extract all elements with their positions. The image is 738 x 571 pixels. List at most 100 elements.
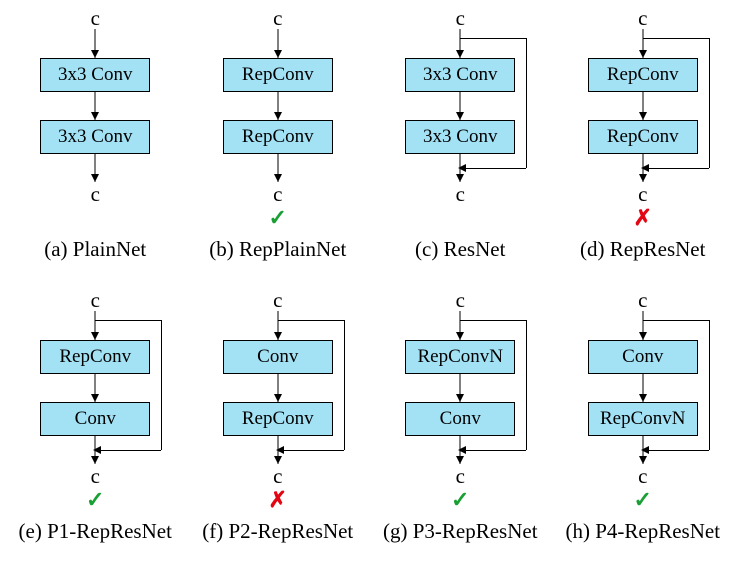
input-label: c [273, 288, 282, 313]
cell-a-plainnet: c 3x3 Conv 3x3 Conv c (a) PlainNet [4, 8, 187, 290]
conv-block-2: Conv [40, 402, 150, 436]
arrowhead-icon [456, 50, 464, 58]
cell-g-p3represnet: c RepConvN Conv c ✓ (g) P3-RepResNet [369, 290, 552, 571]
arrowhead-icon [274, 332, 282, 340]
arrowhead-icon [639, 332, 647, 340]
arrowhead-icon [456, 332, 464, 340]
conv-block-1: RepConv [40, 340, 150, 374]
conv-block-2: 3x3 Conv [405, 120, 515, 154]
input-label: c [456, 288, 465, 313]
skip-connection-line [526, 320, 527, 450]
arrowhead-icon [274, 394, 282, 402]
arrowhead-icon [91, 394, 99, 402]
conv-block-1: RepConv [223, 58, 333, 92]
cell-e-p1represnet: c RepConv Conv c ✓ (e) P1-RepResNet [4, 290, 187, 571]
output-label: c [638, 464, 647, 489]
figure-c: c 3x3 Conv 3x3 Conv c [370, 8, 550, 203]
output-label: c [456, 464, 465, 489]
output-label: c [638, 182, 647, 207]
skip-connection-line [464, 168, 526, 169]
arrowhead-icon [639, 456, 647, 464]
skip-connection-line [460, 320, 526, 321]
caption-g: (g) P3-RepResNet [383, 519, 538, 544]
arrowhead-icon [91, 112, 99, 120]
conv-block-2: Conv [405, 402, 515, 436]
arrowhead-icon [91, 174, 99, 182]
conv-block-2: RepConv [223, 402, 333, 436]
skip-connection-line [161, 320, 162, 450]
arrowhead-icon [639, 50, 647, 58]
caption-d: (d) RepResNet [580, 237, 705, 262]
conv-block-1: Conv [223, 340, 333, 374]
caption-f: (f) P2-RepResNet [202, 519, 353, 544]
skip-connection-line [647, 168, 709, 169]
input-label: c [91, 6, 100, 31]
output-label: c [273, 182, 282, 207]
arrowhead-icon [274, 50, 282, 58]
figure-b: c RepConv RepConv c ✓ [188, 8, 368, 203]
arrowhead-icon [274, 112, 282, 120]
check-icon: ✓ [451, 487, 469, 513]
cross-icon: ✗ [634, 205, 652, 231]
skip-connection-line [282, 450, 344, 451]
figure-h: c Conv RepConvN c ✓ [553, 290, 733, 485]
check-icon: ✓ [634, 487, 652, 513]
skip-connection-line [99, 450, 161, 451]
arrowhead-left-icon [93, 446, 101, 454]
output-label: c [91, 182, 100, 207]
skip-connection-line [95, 320, 161, 321]
arrowhead-icon [274, 174, 282, 182]
input-label: c [273, 6, 282, 31]
cross-icon: ✗ [269, 487, 287, 513]
skip-connection-line [464, 450, 526, 451]
output-label: c [91, 464, 100, 489]
skip-connection-line [526, 38, 527, 168]
skip-connection-line [460, 38, 526, 39]
conv-block-1: RepConv [588, 58, 698, 92]
conv-block-2: 3x3 Conv [40, 120, 150, 154]
figure-f: c Conv RepConv c ✗ [188, 290, 368, 485]
arrowhead-icon [91, 456, 99, 464]
output-label: c [456, 182, 465, 207]
caption-b: (b) RepPlainNet [209, 237, 346, 262]
arrowhead-left-icon [276, 446, 284, 454]
arrowhead-icon [639, 112, 647, 120]
diagram-page: c 3x3 Conv 3x3 Conv c (a) PlainNet c Rep… [0, 0, 738, 571]
skip-connection-line [647, 450, 709, 451]
figure-d: c RepConv RepConv c ✗ [553, 8, 733, 203]
caption-a: (a) PlainNet [44, 237, 146, 262]
cell-b-repplainnet: c RepConv RepConv c ✓ (b) RepPlainNet [187, 8, 370, 290]
skip-connection-line [344, 320, 345, 450]
conv-block-1: RepConvN [405, 340, 515, 374]
figure-e: c RepConv Conv c ✓ [5, 290, 185, 485]
arrowhead-left-icon [458, 446, 466, 454]
diagram-grid: c 3x3 Conv 3x3 Conv c (a) PlainNet c Rep… [4, 8, 734, 571]
arrowhead-icon [456, 112, 464, 120]
arrowhead-icon [456, 394, 464, 402]
caption-c: (c) ResNet [415, 237, 505, 262]
skip-connection-line [643, 38, 709, 39]
arrowhead-icon [91, 332, 99, 340]
conv-block-2: RepConv [223, 120, 333, 154]
skip-connection-line [709, 320, 710, 450]
caption-h: (h) P4-RepResNet [565, 519, 720, 544]
caption-e: (e) P1-RepResNet [19, 519, 172, 544]
arrowhead-icon [456, 174, 464, 182]
arrowhead-icon [91, 50, 99, 58]
output-label: c [273, 464, 282, 489]
arrowhead-icon [274, 456, 282, 464]
arrowhead-left-icon [641, 446, 649, 454]
arrowhead-left-icon [641, 164, 649, 172]
input-label: c [638, 288, 647, 313]
figure-g: c RepConvN Conv c ✓ [370, 290, 550, 485]
cell-f-p2represnet: c Conv RepConv c ✗ (f) P2-RepResNet [187, 290, 370, 571]
figure-a: c 3x3 Conv 3x3 Conv c [5, 8, 185, 203]
conv-block-1: 3x3 Conv [40, 58, 150, 92]
conv-block-2: RepConv [588, 120, 698, 154]
skip-connection-line [643, 320, 709, 321]
check-icon: ✓ [86, 487, 104, 513]
input-label: c [91, 288, 100, 313]
cell-h-p4represnet: c Conv RepConvN c ✓ (h) P4-RepResNet [552, 290, 735, 571]
skip-connection-line [709, 38, 710, 168]
conv-block-1: Conv [588, 340, 698, 374]
